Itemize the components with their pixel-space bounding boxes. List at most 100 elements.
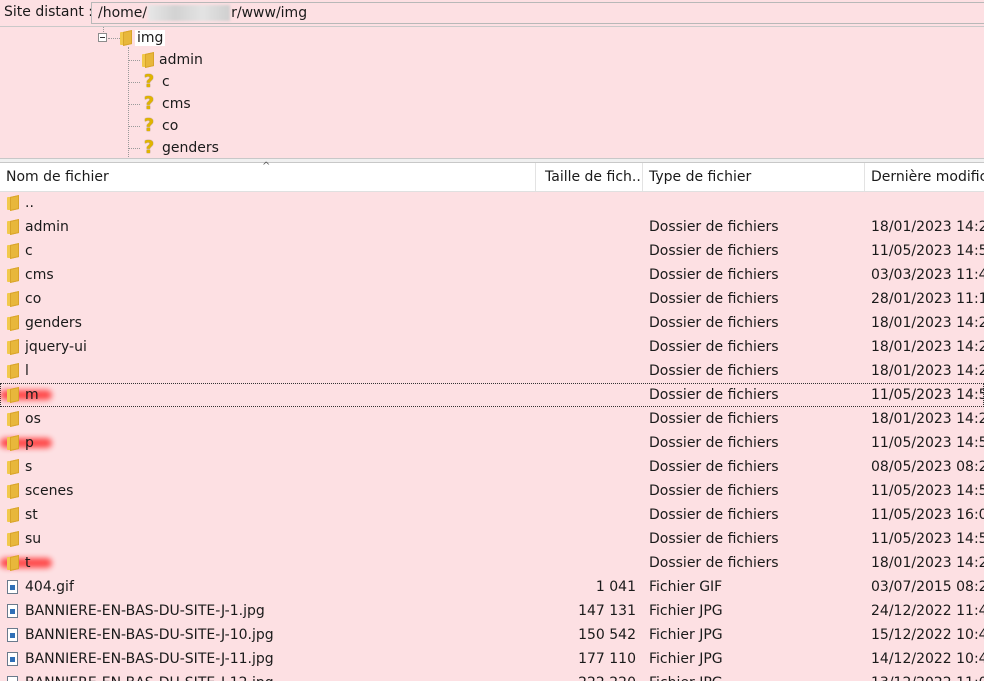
- file-modified: 18/01/2023 14:26: [871, 219, 984, 235]
- question-icon: ?: [143, 93, 155, 114]
- row-icon-cell: [5, 527, 19, 551]
- collapse-toggle-icon[interactable]: [98, 33, 107, 42]
- tree-node-cms[interactable]: ? cms: [142, 94, 191, 114]
- tree-node-admin[interactable]: admin: [142, 50, 203, 70]
- file-size: [540, 215, 636, 239]
- table-row[interactable]: BANNIERE-EN-BAS-DU-SITE-J-11.jpg 177 110 F…: [0, 647, 984, 671]
- table-row[interactable]: s Dossier de fichiers 08/05/2023 08:24: [0, 455, 984, 479]
- folder-icon: [142, 53, 153, 67]
- column-header-date[interactable]: Dernière modific: [865, 163, 984, 191]
- row-icon-cell: [5, 191, 19, 215]
- file-modified: 11/05/2023 14:50: [871, 531, 984, 547]
- row-icon-cell: [5, 311, 19, 335]
- column-header-size[interactable]: Taille de fich...: [539, 163, 643, 191]
- tree-node-label: genders: [162, 140, 219, 156]
- file-modified: 11/05/2023 14:50: [871, 243, 984, 259]
- file-size: [540, 263, 636, 287]
- file-name: ..: [25, 195, 34, 211]
- table-row[interactable]: jquery-ui Dossier de fichiers 18/01/2023 1…: [0, 335, 984, 359]
- table-row[interactable]: m Dossier de fichiers 11/05/2023 14:50: [0, 383, 984, 407]
- file-modified: 11/05/2023 14:50: [871, 387, 984, 403]
- column-header-label: Type de fichier: [649, 169, 752, 185]
- table-row[interactable]: 404.gif 1 041 Fichier GIF 03/07/2015 08:23: [0, 575, 984, 599]
- remote-file-list[interactable]: .. admin Dossier de fichiers 18/01/2023 14:…: [0, 191, 984, 681]
- table-row[interactable]: t Dossier de fichiers 18/01/2023 14:26: [0, 551, 984, 575]
- file-name: BANNIERE-EN-BAS-DU-SITE-J-1.jpg: [25, 603, 265, 619]
- remote-path-input[interactable]: /home/r/www/img: [91, 2, 984, 24]
- table-row[interactable]: l Dossier de fichiers 18/01/2023 14:26: [0, 359, 984, 383]
- file-size: [540, 239, 636, 263]
- file-modified: 18/01/2023 14:26: [871, 411, 984, 427]
- file-type: Fichier JPG: [649, 627, 723, 643]
- tree-node-genders[interactable]: ? genders: [142, 138, 219, 157]
- table-row[interactable]: st Dossier de fichiers 11/05/2023 16:09: [0, 503, 984, 527]
- file-type: Dossier de fichiers: [649, 483, 779, 499]
- table-row[interactable]: co Dossier de fichiers 28/01/2023 11:17: [0, 287, 984, 311]
- row-icon-cell: [5, 263, 19, 287]
- table-row[interactable]: scenes Dossier de fichiers 11/05/2023 14:5…: [0, 479, 984, 503]
- table-row[interactable]: c Dossier de fichiers 11/05/2023 14:50: [0, 239, 984, 263]
- image-file-icon: [6, 652, 18, 666]
- row-icon-cell: [5, 431, 19, 455]
- file-name: co: [25, 291, 42, 307]
- file-size: 1 041: [595, 579, 636, 595]
- row-icon-cell: [5, 455, 19, 479]
- column-header-label: Taille de fich...: [545, 169, 643, 185]
- table-row[interactable]: BANNIERE-EN-BAS-DU-SITE-J-1.jpg 147 131 Fi…: [0, 599, 984, 623]
- file-type: Dossier de fichiers: [649, 267, 779, 283]
- file-size: 222 220: [540, 671, 636, 681]
- file-size: [540, 311, 636, 335]
- file-modified: 18/01/2023 14:26: [871, 555, 984, 571]
- tree-node-img[interactable]: img: [120, 28, 166, 48]
- row-icon-cell: [5, 551, 19, 575]
- file-type: Dossier de fichiers: [649, 531, 779, 547]
- file-modified: [871, 191, 984, 215]
- folder-icon: [6, 388, 18, 402]
- file-size: 147 131: [578, 603, 636, 619]
- row-icon-cell: [5, 575, 19, 599]
- table-row[interactable]: cms Dossier de fichiers 03/03/2023 11:40: [0, 263, 984, 287]
- file-type: Dossier de fichiers: [649, 507, 779, 523]
- file-name: su: [25, 531, 42, 547]
- table-row[interactable]: admin Dossier de fichiers 18/01/2023 14:26: [0, 215, 984, 239]
- folder-icon: [6, 556, 18, 570]
- folder-icon: [6, 532, 18, 546]
- file-size: [540, 287, 636, 311]
- folder-icon: [6, 244, 18, 258]
- file-size: [540, 407, 636, 431]
- tree-node-label: admin: [159, 52, 203, 68]
- file-modified: 11/05/2023 14:50: [871, 483, 984, 499]
- row-icon-cell: [5, 335, 19, 359]
- file-name: jquery-ui: [25, 339, 87, 355]
- table-row[interactable]: ..: [0, 191, 984, 215]
- folder-icon: [120, 31, 131, 45]
- file-modified: 11/05/2023 14:50: [871, 435, 984, 451]
- redacted-path-segment: [148, 5, 231, 21]
- tree-node-c[interactable]: ? c: [142, 72, 170, 92]
- file-modified: 24/12/2022 11:45: [871, 603, 984, 619]
- file-name: 404.gif: [25, 579, 74, 595]
- file-size: [540, 527, 636, 551]
- file-modified: 15/12/2022 10:40: [871, 627, 984, 643]
- table-row[interactable]: p Dossier de fichiers 11/05/2023 14:50: [0, 431, 984, 455]
- file-type: Fichier JPG: [649, 603, 723, 619]
- file-modified: 28/01/2023 11:17: [871, 291, 984, 307]
- row-icon-cell: [5, 623, 19, 647]
- file-size: [540, 431, 636, 455]
- file-name: c: [25, 243, 33, 259]
- column-header-type[interactable]: Type de fichier: [643, 163, 865, 191]
- table-row[interactable]: genders Dossier de fichiers 18/01/2023 14:…: [0, 311, 984, 335]
- table-row[interactable]: os Dossier de fichiers 18/01/2023 14:26: [0, 407, 984, 431]
- folder-icon: [6, 364, 18, 378]
- row-icon-cell: [5, 359, 19, 383]
- table-row[interactable]: BANNIERE-EN-BAS-DU-SITE-J-10.jpg 150 542 F…: [0, 623, 984, 647]
- tree-node-label: co: [162, 118, 179, 134]
- remote-directory-tree[interactable]: img admin ? c ? cms ? co ? genders: [0, 27, 984, 157]
- file-size: 177 110: [578, 651, 636, 667]
- tree-node-co[interactable]: ? co: [142, 116, 179, 136]
- file-modified: 13/12/2022 11:02: [871, 671, 984, 681]
- file-name: l: [25, 363, 29, 379]
- table-row[interactable]: su Dossier de fichiers 11/05/2023 14:50: [0, 527, 984, 551]
- remote-site-label: Site distant :: [4, 4, 93, 20]
- table-row[interactable]: BANNIERE-EN-BAS-DU-SITE-J-12.jpg 222 220 F…: [0, 671, 984, 681]
